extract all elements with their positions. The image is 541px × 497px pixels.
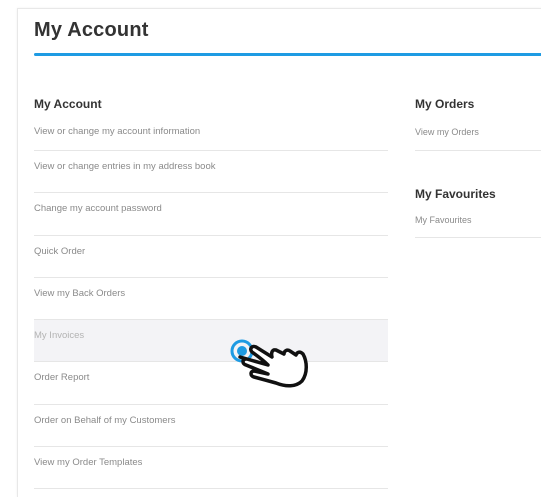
link-label: Quick Order bbox=[34, 245, 86, 257]
account-link-quick-order[interactable]: Quick Order bbox=[34, 236, 388, 278]
account-link-address-book[interactable]: View or change entries in my address boo… bbox=[34, 151, 388, 194]
link-label: View my Order Templates bbox=[34, 457, 143, 469]
link-label: View or change my account information bbox=[34, 126, 201, 137]
link-label: Change my account password bbox=[34, 203, 162, 215]
account-link-back-orders[interactable]: View my Back Orders bbox=[34, 278, 388, 321]
account-link-order-on-behalf[interactable]: Order on Behalf of my Customers bbox=[34, 405, 388, 448]
link-label: My Invoices bbox=[34, 330, 85, 342]
account-link-invoices[interactable]: My Invoices bbox=[34, 320, 388, 363]
link-label: Order on Behalf of my Customers bbox=[34, 414, 176, 426]
account-links-list: View or change my account information Vi… bbox=[34, 116, 388, 490]
account-link-order-templates[interactable]: View my Order Templates bbox=[34, 447, 388, 490]
page-title: My Account bbox=[34, 19, 149, 41]
title-underline bbox=[34, 53, 541, 56]
account-link-password[interactable]: Change my account password bbox=[34, 193, 388, 236]
favourites-link[interactable]: My Favourites bbox=[415, 215, 472, 225]
account-link-info[interactable]: View or change my account information bbox=[34, 116, 388, 151]
account-section-heading: My Account bbox=[34, 97, 102, 111]
link-label: View my Back Orders bbox=[34, 287, 126, 299]
account-panel: My Account My Account View or change my … bbox=[17, 8, 541, 497]
view-orders-link[interactable]: View my Orders bbox=[415, 127, 479, 137]
favourites-section-heading: My Favourites bbox=[415, 187, 496, 201]
orders-section-heading: My Orders bbox=[415, 97, 475, 111]
account-link-order-report[interactable]: Order Report bbox=[34, 362, 388, 405]
orders-divider bbox=[415, 150, 541, 151]
hand-pointer-icon bbox=[228, 331, 308, 391]
link-label: Order Report bbox=[34, 372, 90, 384]
link-label: View or change entries in my address boo… bbox=[34, 161, 216, 172]
favourites-divider bbox=[415, 237, 541, 238]
